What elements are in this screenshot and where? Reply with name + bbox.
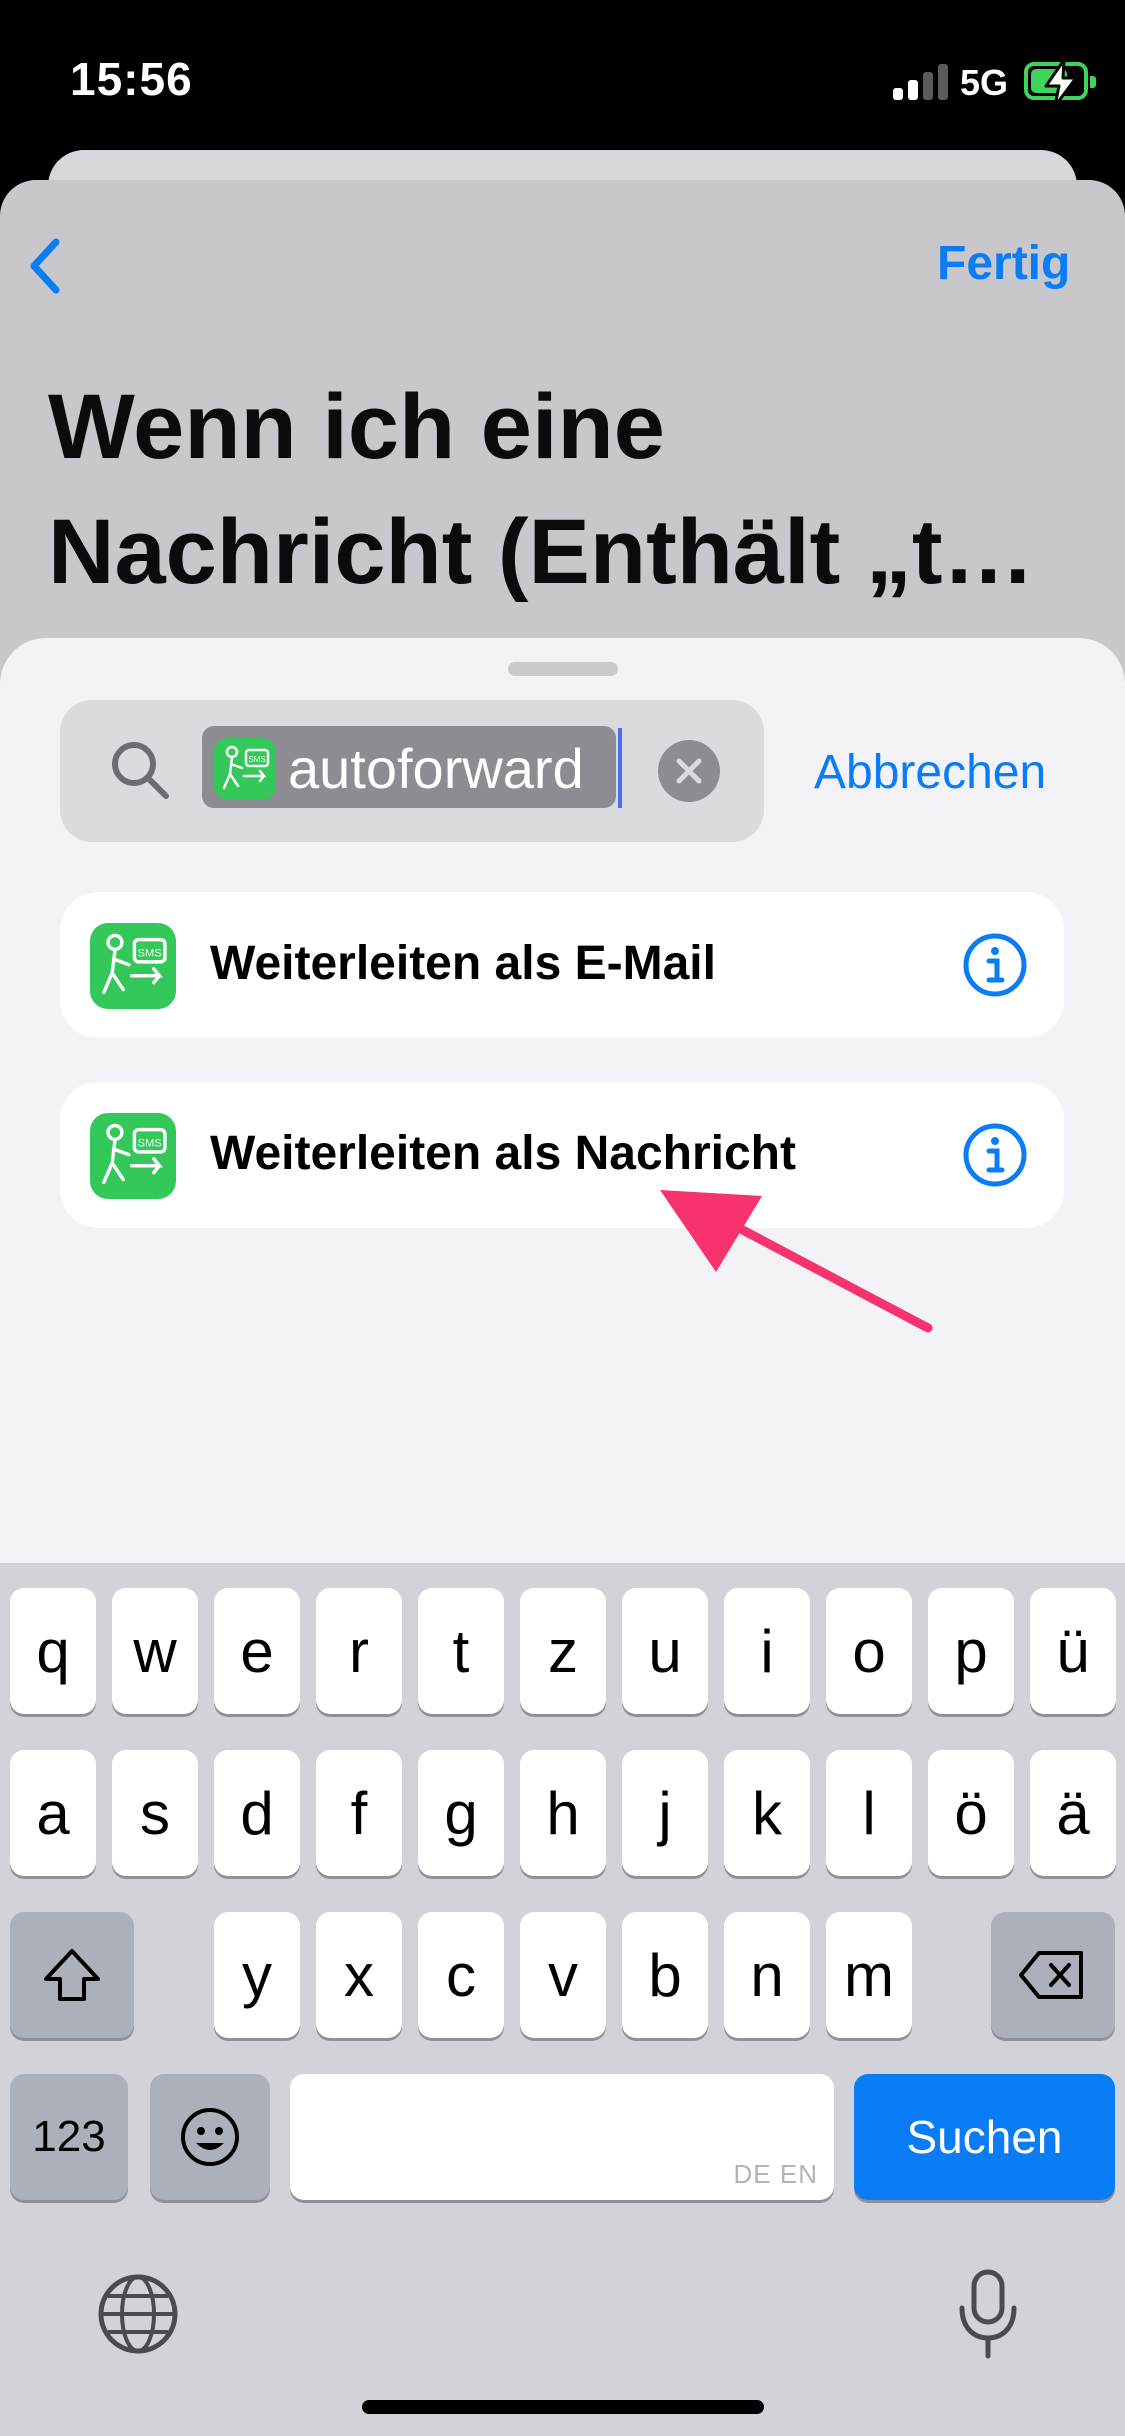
key-m[interactable]: m — [826, 1912, 912, 2038]
key-t[interactable]: t — [418, 1588, 504, 1714]
key-a[interactable]: a — [10, 1750, 96, 1876]
search-query-text: autoforward — [288, 737, 584, 800]
key-i[interactable]: i — [724, 1588, 810, 1714]
key-u[interactable]: u — [622, 1588, 708, 1714]
key-ä[interactable]: ä — [1030, 1750, 1116, 1876]
network-type: 5G — [960, 62, 1009, 103]
svg-text:SMS: SMS — [138, 1137, 162, 1149]
battery-charging-icon — [1024, 60, 1096, 106]
emoji-icon — [181, 2108, 239, 2166]
result-label: Weiterleiten als E-Mail — [210, 937, 716, 990]
backspace-icon — [1019, 1951, 1083, 1999]
space-key[interactable]: DE EN — [290, 2074, 834, 2200]
key-q[interactable]: q — [10, 1588, 96, 1714]
result-forward-as-message[interactable]: SMS Weiterleiten als Nachricht — [60, 1082, 1064, 1228]
key-v[interactable]: v — [520, 1912, 606, 2038]
cellular-signal-icon — [893, 62, 949, 100]
svg-text:SMS: SMS — [248, 755, 265, 764]
key-c[interactable]: c — [418, 1912, 504, 2038]
keyboard-languages: DE EN — [733, 2159, 818, 2189]
key-n[interactable]: n — [724, 1912, 810, 2038]
key-s[interactable]: s — [112, 1750, 198, 1876]
sms-forward-app-icon: SMS — [214, 738, 276, 800]
text-cursor — [618, 728, 622, 808]
key-d[interactable]: d — [214, 1750, 300, 1876]
key-e[interactable]: e — [214, 1588, 300, 1714]
home-indicator — [362, 2400, 764, 2414]
key-z[interactable]: z — [520, 1588, 606, 1714]
info-icon[interactable] — [962, 932, 1028, 998]
globe-icon[interactable] — [96, 2272, 180, 2356]
info-icon[interactable] — [962, 1122, 1028, 1188]
shift-icon — [44, 1949, 100, 2001]
shift-key[interactable] — [10, 1912, 134, 2038]
key-b[interactable]: b — [622, 1912, 708, 2038]
result-label: Weiterleiten als Nachricht — [210, 1127, 796, 1180]
key-j[interactable]: j — [622, 1750, 708, 1876]
key-x[interactable]: x — [316, 1912, 402, 2038]
search-key[interactable]: Suchen — [854, 2074, 1115, 2200]
status-time: 15:56 — [70, 53, 193, 105]
delete-key[interactable] — [991, 1912, 1115, 2038]
search-icon — [112, 742, 169, 799]
svg-text:SMS: SMS — [138, 947, 162, 959]
result-forward-as-email[interactable]: SMS Weiterleiten als E-Mail — [60, 892, 1064, 1038]
key-o[interactable]: o — [826, 1588, 912, 1714]
key-k[interactable]: k — [724, 1750, 810, 1876]
key-y[interactable]: y — [214, 1912, 300, 2038]
key-r[interactable]: r — [316, 1588, 402, 1714]
back-chevron-icon[interactable] — [28, 238, 60, 294]
key-h[interactable]: h — [520, 1750, 606, 1876]
automation-title: Wenn ich eine Nachricht (Enthält „t… — [48, 376, 1035, 603]
done-button[interactable]: Fertig — [937, 236, 1070, 291]
emoji-key[interactable] — [150, 2074, 270, 2200]
cancel-button[interactable]: Abbrechen — [814, 745, 1046, 800]
microphone-icon[interactable] — [956, 2268, 1020, 2360]
key-p[interactable]: p — [928, 1588, 1014, 1714]
sheet-grabber[interactable] — [508, 662, 618, 676]
sms-forward-app-icon: SMS — [90, 1113, 176, 1199]
sms-forward-app-icon: SMS — [90, 923, 176, 1009]
numbers-key[interactable]: 123 — [10, 2074, 128, 2200]
key-g[interactable]: g — [418, 1750, 504, 1876]
status-bar: 15:56 5G — [0, 0, 1125, 150]
key-f[interactable]: f — [316, 1750, 402, 1876]
clear-search-button[interactable] — [658, 740, 720, 802]
key-l[interactable]: l — [826, 1750, 912, 1876]
key-w[interactable]: w — [112, 1588, 198, 1714]
key-ö[interactable]: ö — [928, 1750, 1014, 1876]
key-ü[interactable]: ü — [1030, 1588, 1116, 1714]
close-icon — [676, 758, 702, 784]
